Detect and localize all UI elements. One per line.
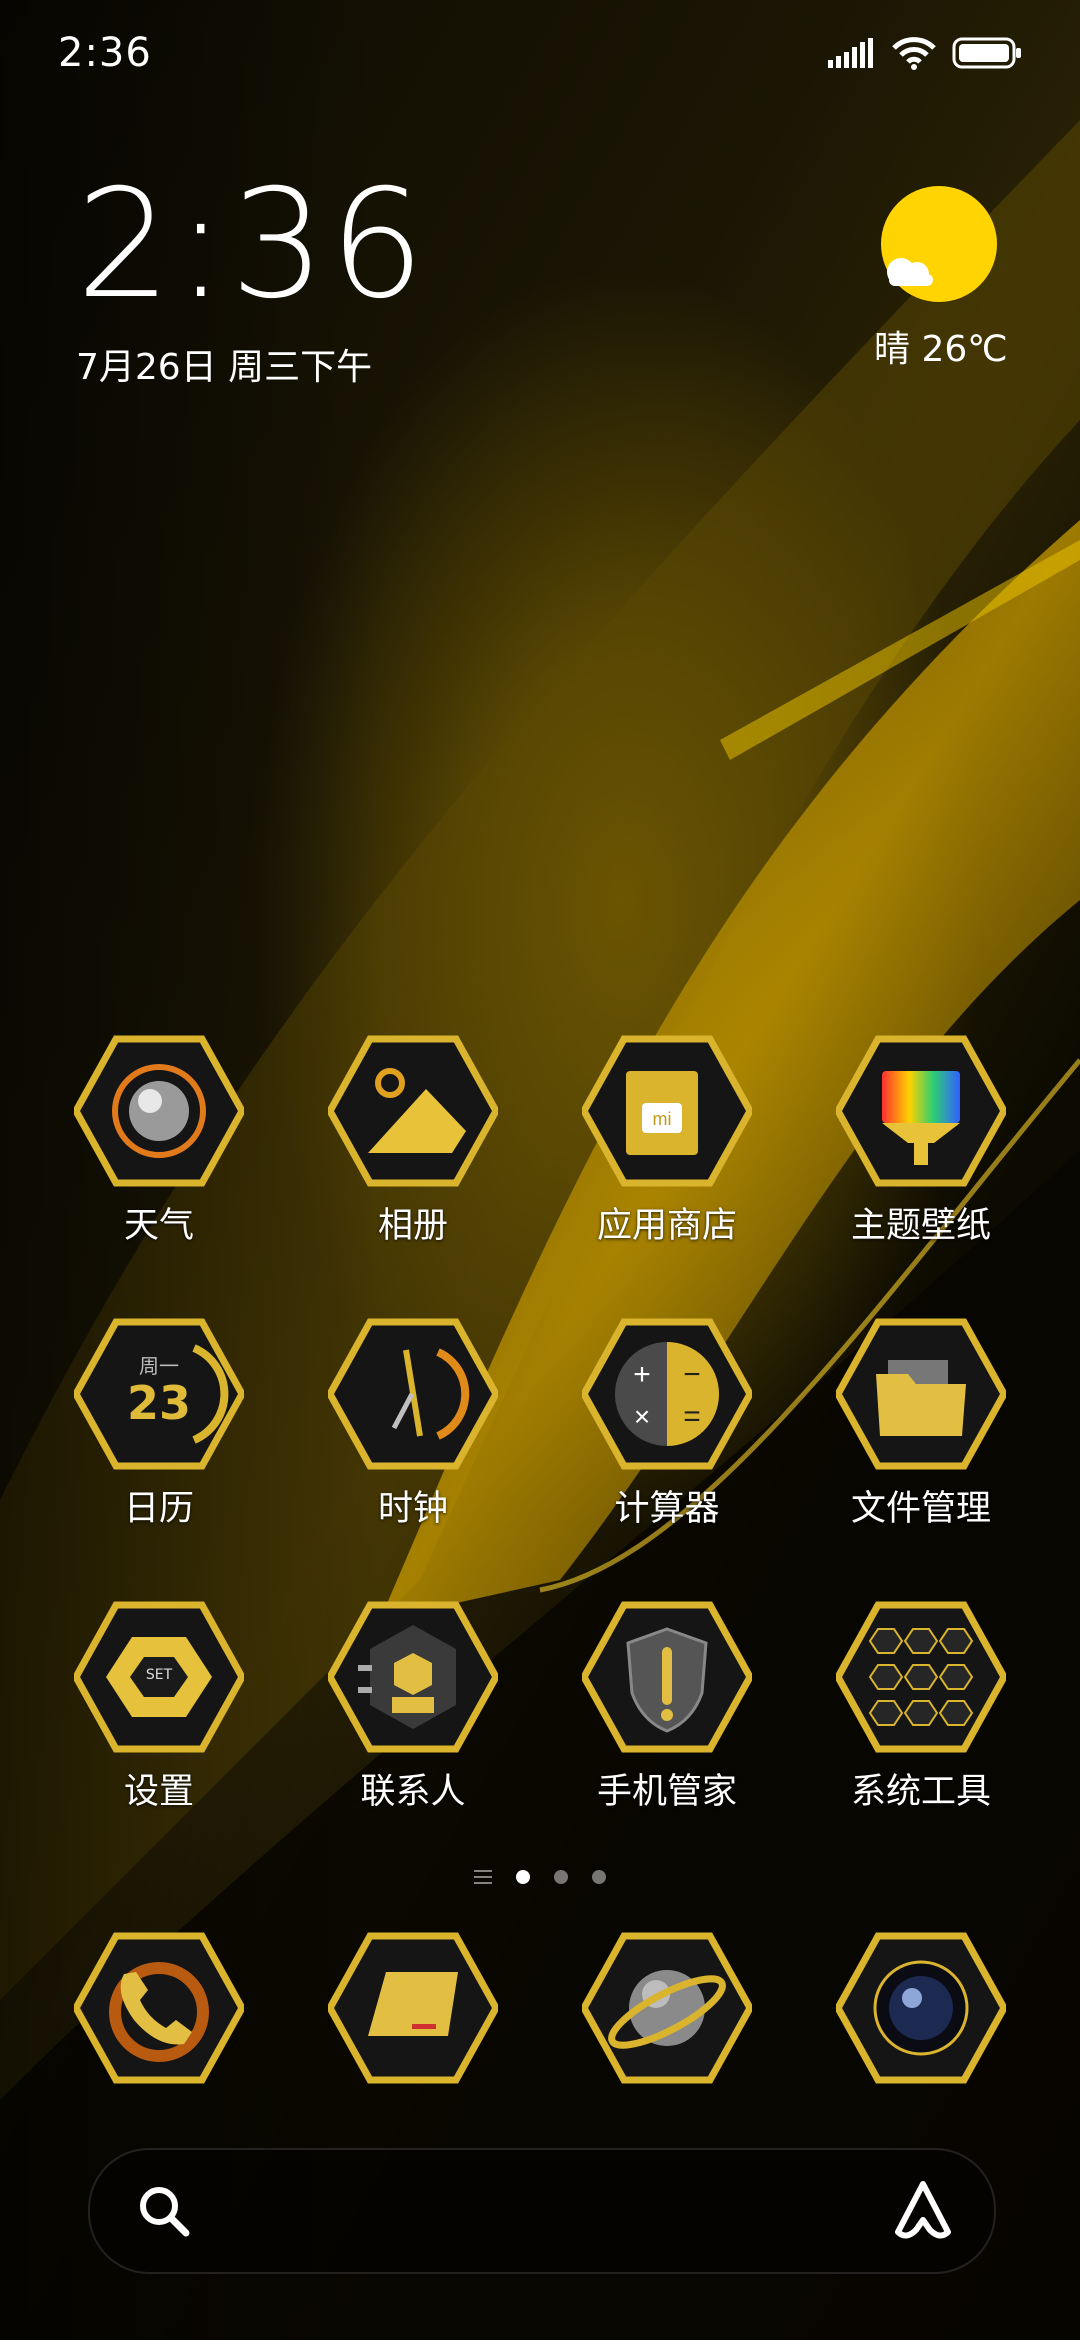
- status-icons: [828, 36, 1022, 70]
- battery-icon: [952, 37, 1021, 69]
- status-bar: 2:36: [0, 0, 1080, 115]
- page-menu-icon[interactable]: [474, 1870, 492, 1884]
- app-label: 设置: [123, 1772, 194, 1812]
- app-label: 联系人: [360, 1772, 466, 1812]
- page-indicator[interactable]: [0, 1870, 1080, 1884]
- app-clock[interactable]: 时钟: [286, 1318, 540, 1531]
- security-shield-icon: [582, 1601, 752, 1753]
- svg-text:−: −: [683, 1358, 701, 1391]
- app-label: 日历: [123, 1489, 194, 1529]
- app-label: 计算器: [614, 1489, 720, 1529]
- svg-text:=: =: [683, 1400, 701, 1433]
- svg-text:×: ×: [634, 1401, 650, 1432]
- dock: [0, 1932, 1080, 2092]
- app-gallery[interactable]: 相册: [286, 1035, 540, 1248]
- app-row: 天气 相册 mi 应用商店 主题壁纸: [0, 1035, 1080, 1318]
- app-label: 文件管理: [850, 1489, 991, 1529]
- app-label: 天气: [123, 1206, 194, 1246]
- settings-icon: SET: [74, 1601, 244, 1753]
- app-row: 周一 23 日历 时钟 + − × = 计算器 文件管理: [0, 1318, 1080, 1601]
- app-label: 相册: [377, 1206, 448, 1246]
- signal-icon: [828, 38, 873, 68]
- clock-widget[interactable]: 2:36 7月26日 周三下午: [76, 170, 429, 390]
- app-calculator[interactable]: + − × = 计算器: [540, 1318, 794, 1531]
- calendar-day: 23: [126, 1376, 191, 1430]
- app-label: 时钟: [377, 1489, 448, 1529]
- page-dot-1[interactable]: [516, 1870, 530, 1884]
- clock-date: 7月26日 周三下午: [76, 347, 373, 388]
- phone-icon: [74, 1932, 244, 2084]
- dock-browser[interactable]: [540, 1932, 794, 2084]
- app-contacts[interactable]: 联系人: [286, 1601, 540, 1814]
- app-files[interactable]: 文件管理: [794, 1318, 1048, 1531]
- app-calendar[interactable]: 周一 23 日历: [32, 1318, 286, 1531]
- app-system-tools[interactable]: 系统工具: [794, 1601, 1048, 1814]
- calendar-sub: 周一: [139, 1354, 179, 1378]
- app-settings[interactable]: SET 设置: [32, 1601, 286, 1814]
- status-time: 2:36: [58, 30, 152, 76]
- app-label: 应用商店: [596, 1206, 737, 1246]
- gallery-icon: [328, 1035, 498, 1187]
- assistant-icon[interactable]: [890, 2178, 956, 2244]
- app-store[interactable]: mi 应用商店: [540, 1035, 794, 1248]
- clock-icon: [328, 1318, 498, 1470]
- dock-camera[interactable]: [794, 1932, 1048, 2084]
- app-row: SET 设置 联系人 手机管家 系统工具: [0, 1601, 1080, 1884]
- theme-brush-icon: [836, 1035, 1006, 1187]
- settings-set-text: SET: [145, 1667, 173, 1683]
- weather-orb-icon: [74, 1035, 244, 1187]
- sun-cloud-icon: [881, 186, 997, 302]
- calculator-icon: + − × =: [582, 1318, 752, 1470]
- app-weather[interactable]: 天气: [32, 1035, 286, 1248]
- wifi-icon: [892, 37, 936, 70]
- search-bar[interactable]: [88, 2148, 996, 2274]
- app-label: 系统工具: [850, 1772, 991, 1812]
- dock-phone[interactable]: [32, 1932, 286, 2084]
- app-themes[interactable]: 主题壁纸: [794, 1035, 1048, 1248]
- folder-icon: [836, 1318, 1006, 1470]
- dock-messages[interactable]: [286, 1932, 540, 2084]
- page-dot-3[interactable]: [592, 1870, 606, 1884]
- page-dot-2[interactable]: [554, 1870, 568, 1884]
- contacts-icon: [328, 1601, 498, 1753]
- app-security[interactable]: 手机管家: [540, 1601, 794, 1814]
- search-icon[interactable]: [136, 2183, 192, 2239]
- app-label: 手机管家: [596, 1772, 737, 1812]
- app-grid: 天气 相册 mi 应用商店 主题壁纸 周一 23 日历 时钟 + − × = 计…: [0, 1035, 1080, 1884]
- system-tools-folder-icon: [836, 1601, 1006, 1753]
- mi-store-icon: mi: [582, 1035, 752, 1187]
- svg-text:+: +: [633, 1358, 651, 1391]
- app-label: 主题壁纸: [850, 1206, 991, 1246]
- weather-widget[interactable]: 晴 26℃: [874, 186, 1008, 372]
- clock-time: 2:36: [76, 158, 429, 332]
- calendar-icon: 周一 23: [74, 1318, 244, 1470]
- browser-planet-icon: [582, 1932, 752, 2084]
- svg-text:mi: mi: [653, 1109, 672, 1129]
- weather-text: 晴 26℃: [874, 329, 1008, 370]
- camera-icon: [836, 1932, 1006, 2084]
- messages-icon: [328, 1932, 498, 2084]
